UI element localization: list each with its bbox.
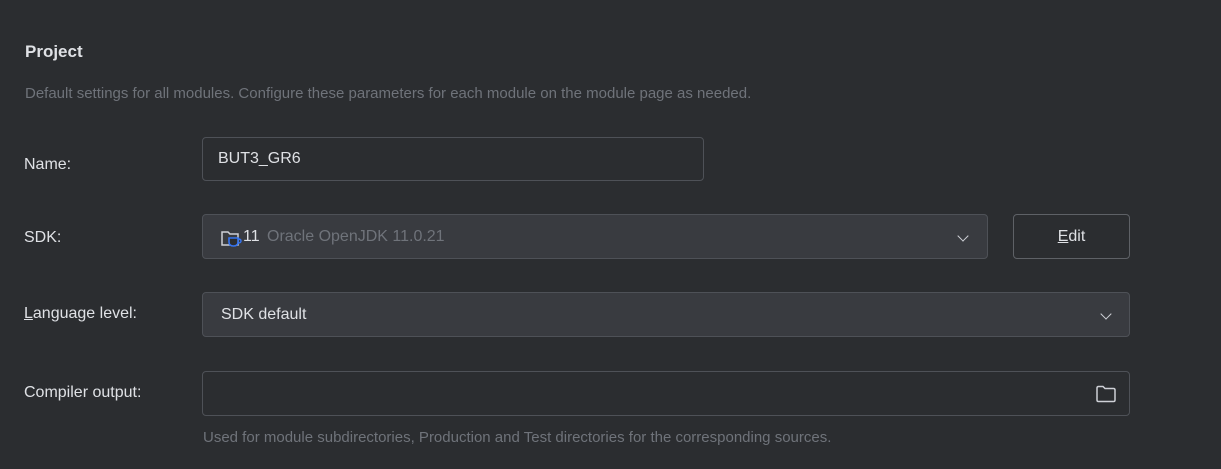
compiler-output-label: Compiler output: (24, 384, 142, 401)
sdk-label: SDK: (24, 229, 62, 246)
language-level-label: Language level: (24, 305, 137, 323)
name-label: Name: (24, 156, 72, 173)
language-level-combobox[interactable]: SDK default (202, 292, 1130, 337)
compiler-output-input[interactable] (202, 371, 1130, 416)
language-level-value: SDK default (221, 306, 307, 323)
compiler-output-hint: Used for module subdirectories, Producti… (203, 429, 832, 446)
sdk-description: Oracle OpenJDK 11.0.21 (267, 228, 445, 245)
edit-mnemonic: E (1057, 227, 1069, 245)
folder-icon[interactable] (1095, 384, 1117, 404)
sdk-combobox[interactable]: 11 Oracle OpenJDK 11.0.21 (202, 214, 988, 259)
section-subtitle: Default settings for all modules. Config… (25, 85, 752, 102)
name-input[interactable]: BUT3_GR6 (202, 137, 704, 181)
section-title: Project (25, 42, 83, 61)
sdk-version: 11 (243, 228, 260, 245)
edit-button-label: Edit (1057, 227, 1086, 245)
name-input-value: BUT3_GR6 (218, 150, 301, 167)
language-level-mnemonic: L (24, 305, 33, 322)
edit-sdk-button[interactable]: Edit (1013, 214, 1130, 259)
chevron-down-icon[interactable] (1100, 308, 1112, 320)
jdk-folder-icon (220, 227, 244, 249)
chevron-down-icon[interactable] (957, 230, 969, 242)
language-level-label-text: anguage level: (32, 305, 137, 322)
